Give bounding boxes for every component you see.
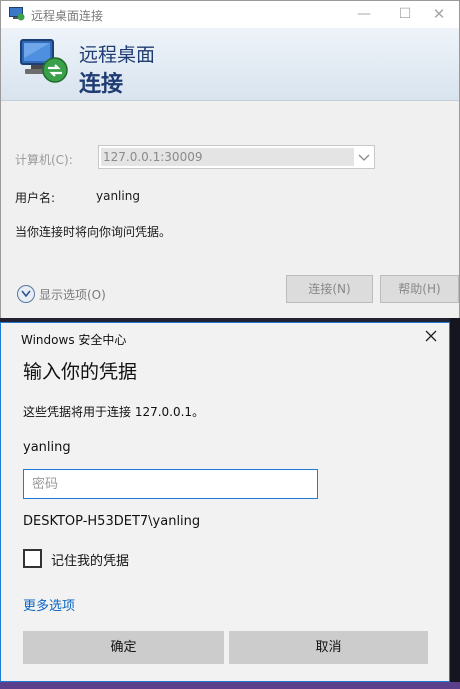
banner: 远程桌面 连接: [1, 28, 459, 101]
username-label: 用户名:: [15, 191, 56, 205]
remote-desktop-window: 远程桌面连接 — ☐ ✕ 远程桌面 连接 计算机(C): 127.0.0.1:3…: [0, 0, 460, 320]
background-terminal-edge: [450, 318, 460, 689]
close-icon[interactable]: [421, 326, 441, 346]
ok-button[interactable]: 确定: [23, 631, 224, 664]
show-options-label[interactable]: 显示选项(O): [39, 286, 106, 303]
connect-button[interactable]: 连接(N): [286, 275, 373, 303]
banner-title-line2: 连接: [79, 72, 124, 97]
account-domain-text: DESKTOP-H53DET7\yanling: [23, 514, 201, 529]
credential-username: yanling: [23, 440, 71, 455]
title-bar[interactable]: 远程桌面连接 — ☐ ✕: [1, 1, 459, 28]
remote-desktop-icon: [9, 7, 25, 21]
computer-combobox[interactable]: 127.0.0.1:30009: [98, 145, 375, 169]
username-value: yanling: [96, 189, 140, 203]
cancel-button[interactable]: 取消: [229, 631, 428, 664]
taskbar-edge: [0, 682, 460, 689]
remote-desktop-monitor-icon: [17, 36, 69, 88]
banner-title-line1: 远程桌面: [79, 44, 156, 66]
remember-credentials-checkbox[interactable]: [23, 549, 42, 568]
minimize-icon[interactable]: —: [344, 4, 384, 24]
windows-security-dialog: Windows 安全中心 输入你的凭据 这些凭据将用于连接 127.0.0.1。…: [0, 322, 450, 682]
expand-chevron-icon[interactable]: [17, 285, 35, 303]
computer-value: 127.0.0.1:30009: [101, 148, 354, 166]
window-title: 远程桌面连接: [31, 9, 104, 23]
close-icon[interactable]: ✕: [419, 4, 459, 24]
chevron-down-icon[interactable]: [357, 149, 371, 165]
help-button[interactable]: 帮助(H): [380, 275, 459, 303]
credentials-prompt-text: 当你连接时将向你询问凭据。: [15, 225, 172, 239]
dialog-heading: 输入你的凭据: [23, 361, 138, 383]
password-input[interactable]: [23, 469, 318, 499]
dialog-description: 这些凭据将用于连接 127.0.0.1。: [23, 405, 205, 419]
dialog-header: Windows 安全中心: [21, 333, 127, 347]
remember-credentials-label[interactable]: 记住我的凭据: [51, 550, 129, 569]
computer-label: 计算机(C):: [15, 153, 73, 167]
more-options-link[interactable]: 更多选项: [23, 595, 75, 614]
